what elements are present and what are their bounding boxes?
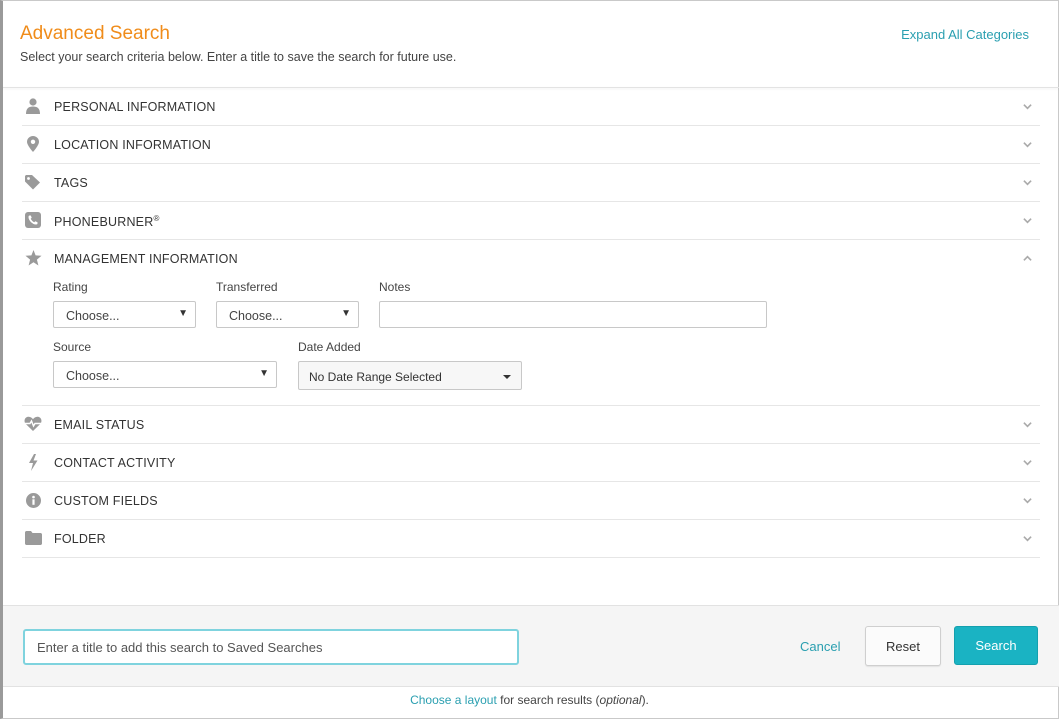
notes-input[interactable]	[379, 301, 767, 328]
dropdown-arrow-icon: ▼	[259, 368, 269, 379]
category-personal-information[interactable]: PERSONAL INFORMATION	[22, 88, 1040, 126]
cancel-link[interactable]: Cancel	[800, 639, 840, 654]
chevron-down-icon[interactable]	[1023, 102, 1032, 111]
choose-layout-link[interactable]: Choose a layout	[410, 693, 497, 707]
reset-button[interactable]: Reset	[865, 626, 941, 666]
transferred-label: Transferred	[216, 280, 278, 294]
rating-select[interactable]: Choose... ▼	[53, 301, 196, 328]
dropdown-arrow-icon: ▼	[341, 308, 351, 319]
map-pin-icon	[24, 135, 42, 153]
category-label: FOLDER	[54, 532, 106, 546]
layout-note-optional: optional	[599, 693, 642, 707]
date-added-value: No Date Range Selected	[309, 370, 442, 384]
tag-icon	[24, 173, 42, 191]
transferred-select-value: Choose...	[229, 309, 283, 323]
saved-search-title-input[interactable]	[23, 629, 519, 665]
chevron-down-icon[interactable]	[1023, 178, 1032, 187]
page-subtitle: Select your search criteria below. Enter…	[20, 50, 457, 64]
phone-icon	[24, 211, 42, 229]
chevron-down-icon[interactable]	[1023, 216, 1032, 225]
chevron-down-icon[interactable]	[1023, 534, 1032, 543]
person-icon	[24, 97, 42, 115]
transferred-select[interactable]: Choose... ▼	[216, 301, 359, 328]
star-icon	[24, 249, 42, 267]
chevron-down-icon[interactable]	[1023, 458, 1032, 467]
category-location-information[interactable]: LOCATION INFORMATION	[22, 126, 1040, 164]
category-label: EMAIL STATUS	[54, 418, 145, 432]
management-information-panel: Rating Choose... ▼ Transferred Choose...…	[22, 278, 1040, 406]
rating-select-value: Choose...	[66, 309, 120, 323]
notes-label: Notes	[379, 280, 411, 294]
category-email-status[interactable]: EMAIL STATUS	[22, 406, 1040, 444]
caret-down-icon	[503, 375, 511, 379]
category-tags[interactable]: TAGS	[22, 164, 1040, 202]
category-folder[interactable]: FOLDER	[22, 520, 1040, 558]
dropdown-arrow-icon: ▼	[178, 308, 188, 319]
folder-icon	[24, 529, 42, 547]
category-label: TAGS	[54, 176, 88, 190]
category-custom-fields[interactable]: CUSTOM FIELDS	[22, 482, 1040, 520]
expand-all-categories-link[interactable]: Expand All Categories	[901, 27, 1029, 42]
chevron-up-icon[interactable]	[1023, 254, 1032, 263]
chevron-down-icon[interactable]	[1023, 496, 1032, 505]
source-label: Source	[53, 340, 92, 354]
chevron-down-icon[interactable]	[1023, 420, 1032, 429]
dialog-footer: Cancel Reset Search	[3, 605, 1059, 687]
page-title: Advanced Search	[20, 23, 170, 44]
category-management-information[interactable]: MANAGEMENT INFORMATION	[22, 240, 1040, 278]
layout-note-end: ).	[641, 693, 649, 707]
layout-note-text: for search results (	[496, 693, 600, 707]
date-added-dropdown[interactable]: No Date Range Selected	[298, 361, 522, 390]
layout-note: Choose a layout for search results (opti…	[0, 693, 1059, 707]
category-label: CUSTOM FIELDS	[54, 494, 158, 508]
rating-label: Rating	[53, 280, 88, 294]
lightning-icon	[24, 453, 42, 471]
date-added-label: Date Added	[298, 340, 361, 354]
chevron-down-icon[interactable]	[1023, 140, 1032, 149]
search-button[interactable]: Search	[954, 626, 1038, 665]
source-select-value: Choose...	[66, 369, 120, 383]
category-label: PHONEBURNER®	[54, 214, 160, 230]
category-phoneburner[interactable]: PHONEBURNER®	[22, 202, 1040, 240]
search-categories: PERSONAL INFORMATION LOCATION INFORMATIO…	[22, 88, 1040, 558]
category-label: LOCATION INFORMATION	[54, 138, 212, 152]
info-icon	[24, 491, 42, 509]
category-label: CONTACT ACTIVITY	[54, 456, 176, 470]
heart-pulse-icon	[24, 415, 42, 433]
category-label: MANAGEMENT INFORMATION	[54, 252, 238, 266]
category-contact-activity[interactable]: CONTACT ACTIVITY	[22, 444, 1040, 482]
source-select[interactable]: Choose... ▼	[53, 361, 277, 388]
dialog-header: Advanced Search Select your search crite…	[20, 23, 1059, 87]
category-label: PERSONAL INFORMATION	[54, 100, 216, 114]
